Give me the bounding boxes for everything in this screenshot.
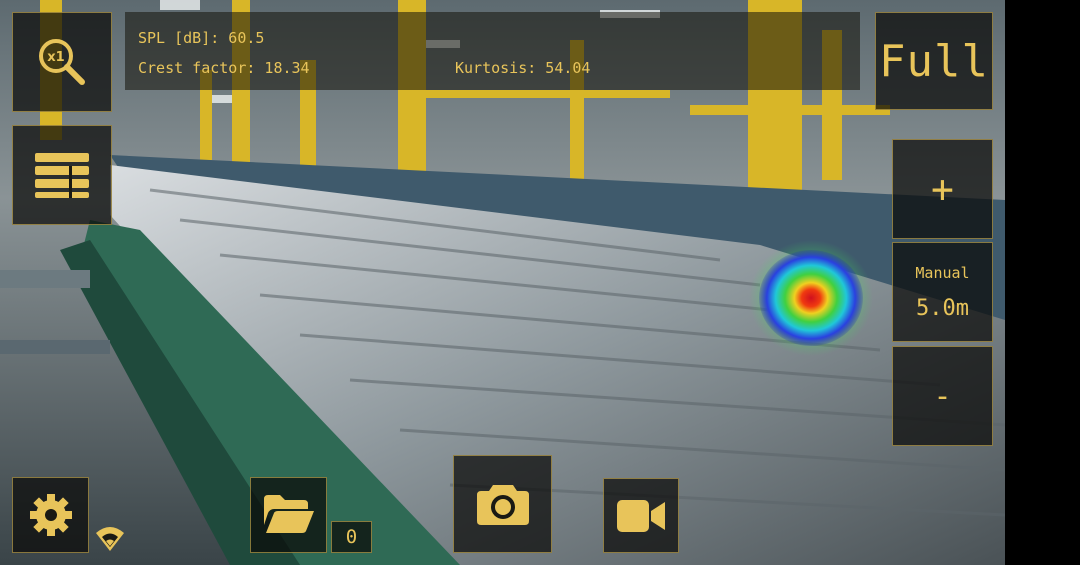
camera-view: SPL [dB]: 60.5 Crest factor: 18.34 Kurto… (0, 0, 1005, 565)
focus-distance-button[interactable]: Manual 5.0m (892, 242, 993, 342)
folder-open-icon (263, 495, 314, 533)
zoom-out-label: - (933, 378, 952, 414)
wifi-signal-icon (96, 527, 124, 551)
file-count-badge: 0 (331, 521, 372, 553)
zoom-level-button[interactable]: x1 (12, 12, 112, 112)
kurtosis-value: Kurtosis: 54.04 (455, 59, 591, 77)
video-camera-icon (617, 499, 665, 532)
zoom-out-button[interactable]: - (892, 346, 993, 446)
zoom-badge-text: x1 (47, 50, 64, 65)
measurement-readout: SPL [dB]: 60.5 Crest factor: 18.34 Kurto… (125, 12, 860, 90)
settings-button[interactable] (12, 477, 89, 553)
zoom-in-label: + (931, 167, 954, 211)
gear-icon (29, 494, 72, 536)
layers-menu-button[interactable] (12, 125, 112, 225)
open-folder-button[interactable] (250, 477, 327, 553)
view-mode-label: Full (879, 35, 989, 87)
file-count-value: 0 (345, 526, 358, 548)
record-video-button[interactable] (603, 478, 679, 553)
camera-icon (476, 485, 529, 525)
zoom-in-button[interactable]: + (892, 139, 993, 239)
spl-value: SPL [dB]: 60.5 (138, 29, 265, 47)
focus-mode-label: Manual (915, 263, 970, 282)
crest-factor-value: Crest factor: 18.34 (138, 59, 310, 77)
magnifier-x1-icon: x1 (39, 39, 85, 85)
list-layers-icon (35, 153, 89, 198)
focus-distance-value: 5.0m (916, 295, 969, 321)
capture-photo-button[interactable] (453, 455, 552, 553)
view-mode-button[interactable]: Full (875, 12, 993, 110)
